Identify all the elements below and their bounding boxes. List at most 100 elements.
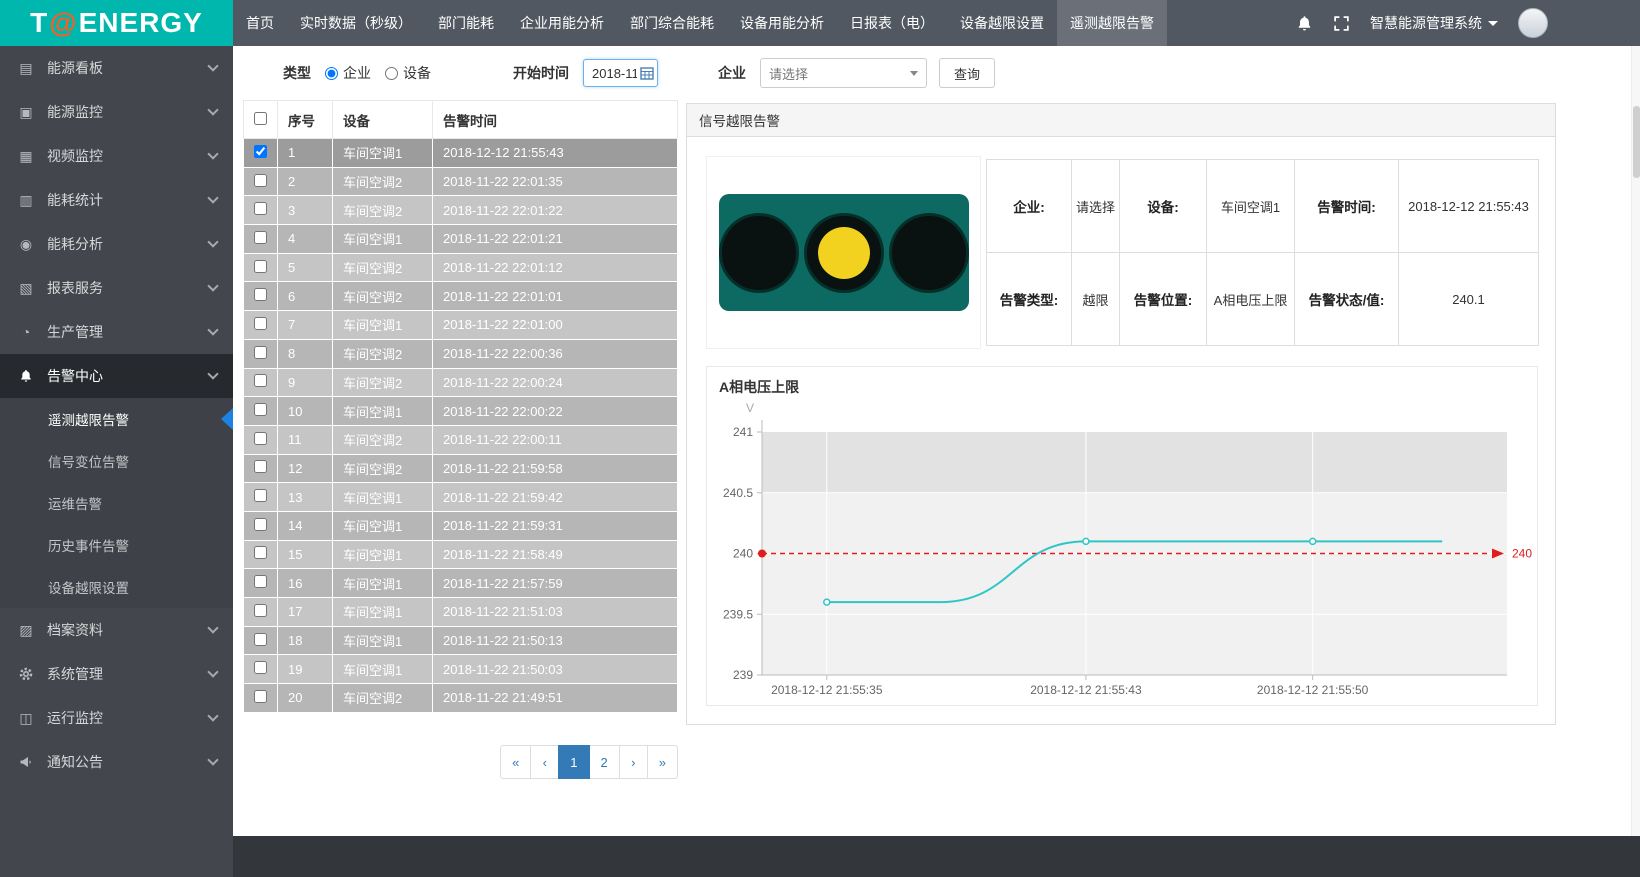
table-row[interactable]: 11车间空调22018-11-22 22:00:11 <box>244 425 678 454</box>
page-button[interactable]: › <box>619 745 648 779</box>
nav-item[interactable]: 设备越限设置 <box>947 0 1057 46</box>
row-checkbox[interactable] <box>254 432 267 445</box>
row-checkbox[interactable] <box>254 489 267 502</box>
row-checkbox[interactable] <box>254 661 267 674</box>
table-row[interactable]: 3车间空调22018-11-22 22:01:22 <box>244 196 678 225</box>
table-row[interactable]: 17车间空调12018-11-22 21:51:03 <box>244 598 678 627</box>
table-row[interactable]: 5车间空调22018-11-22 22:01:12 <box>244 253 678 282</box>
radio-device-label: 设备 <box>403 63 431 83</box>
radio-enterprise[interactable]: 企业 <box>325 63 371 83</box>
voltage-chart: A相电压上限 239239.5240240.52412018-12-12 21:… <box>706 366 1538 706</box>
vertical-scrollbar[interactable] <box>1631 46 1640 836</box>
table-cell: 2018-11-22 22:00:24 <box>433 368 678 397</box>
page-button[interactable]: 2 <box>589 745 620 779</box>
sidebar-item[interactable]: ▧报表服务 <box>0 266 233 310</box>
row-checkbox[interactable] <box>254 604 267 617</box>
nav-item[interactable]: 日报表（电） <box>837 0 947 46</box>
table-row[interactable]: 19车间空调12018-11-22 21:50:03 <box>244 655 678 684</box>
table-row[interactable]: 10车间空调12018-11-22 22:00:22 <box>244 397 678 426</box>
page-button[interactable]: 1 <box>558 745 589 779</box>
detail-value: 越限 <box>1072 253 1120 346</box>
row-checkbox[interactable] <box>254 690 267 703</box>
scrollbar-thumb[interactable] <box>1633 106 1640 178</box>
radio-device-input[interactable] <box>385 67 398 80</box>
detail-panel-title: 信号越限告警 <box>687 104 1555 137</box>
sidebar-subitem[interactable]: 信号变位告警 <box>0 440 233 482</box>
radio-enterprise-input[interactable] <box>325 67 338 80</box>
nav-item[interactable]: 遥测越限告警 <box>1057 0 1167 46</box>
table-row[interactable]: 20车间空调22018-11-22 21:49:51 <box>244 684 678 713</box>
row-checkbox[interactable] <box>254 575 267 588</box>
chevron-down-icon <box>207 324 218 335</box>
sidebar-item[interactable]: 告警中心 <box>0 354 233 398</box>
chevron-down-icon <box>207 192 218 203</box>
table-row[interactable]: 4车间空调12018-11-22 22:01:21 <box>244 225 678 254</box>
sidebar-subitem[interactable]: 遥测越限告警 <box>0 398 233 440</box>
sidebar-item[interactable]: ▨档案资料 <box>0 608 233 652</box>
nav-item[interactable]: 部门能耗 <box>425 0 507 46</box>
page-button[interactable]: « <box>500 745 531 779</box>
sidebar-item[interactable]: ▤能源看板 <box>0 46 233 90</box>
row-checkbox[interactable] <box>254 518 267 531</box>
sidebar-item[interactable]: 系统管理 <box>0 652 233 696</box>
table-row[interactable]: 16车间空调12018-11-22 21:57:59 <box>244 569 678 598</box>
row-checkbox[interactable] <box>254 633 267 646</box>
enterprise-select[interactable]: 请选择 <box>760 58 927 88</box>
nav-item[interactable]: 设备用能分析 <box>727 0 837 46</box>
chart-svg: 239239.5240240.52412018-12-12 21:55:3520… <box>707 367 1537 705</box>
sidebar-item-label: 告警中心 <box>47 366 103 386</box>
nav-item[interactable]: 实时数据（秒级） <box>287 0 425 46</box>
table-cell: 9 <box>278 368 333 397</box>
nav-item[interactable]: 首页 <box>233 0 287 46</box>
table-row[interactable]: 12车间空调22018-11-22 21:59:58 <box>244 454 678 483</box>
sidebar-subitem[interactable]: 设备越限设置 <box>0 566 233 608</box>
svg-text:2018-12-12 21:55:50: 2018-12-12 21:55:50 <box>1257 683 1369 697</box>
sidebar-item[interactable]: 通知公告 <box>0 740 233 784</box>
nav-item[interactable]: 部门综合能耗 <box>617 0 727 46</box>
row-checkbox[interactable] <box>254 546 267 559</box>
row-checkbox[interactable] <box>254 460 267 473</box>
nav-item[interactable]: 企业用能分析 <box>507 0 617 46</box>
table-row[interactable]: 14车间空调12018-11-22 21:59:31 <box>244 511 678 540</box>
table-row[interactable]: 6车间空调22018-11-22 22:01:01 <box>244 282 678 311</box>
system-title-menu[interactable]: 智慧能源管理系统 <box>1370 13 1498 33</box>
fullscreen-icon[interactable] <box>1333 15 1350 32</box>
row-checkbox[interactable] <box>254 403 267 416</box>
page-button[interactable]: » <box>647 745 678 779</box>
table-row[interactable]: 1车间空调12018-12-12 21:55:43 <box>244 139 678 168</box>
sidebar-item[interactable]: ▣能源监控 <box>0 90 233 134</box>
row-checkbox[interactable] <box>254 346 267 359</box>
row-checkbox[interactable] <box>254 231 267 244</box>
table-row[interactable]: 7车间空调12018-11-22 22:01:00 <box>244 311 678 340</box>
sidebar-subitem[interactable]: 历史事件告警 <box>0 524 233 566</box>
sidebar-item[interactable]: ◫运行监控 <box>0 696 233 740</box>
row-checkbox[interactable] <box>254 317 267 330</box>
row-checkbox[interactable] <box>254 145 267 158</box>
table-row[interactable]: 9车间空调22018-11-22 22:00:24 <box>244 368 678 397</box>
table-row[interactable]: 13车间空调12018-11-22 21:59:42 <box>244 483 678 512</box>
table-cell: 12 <box>278 454 333 483</box>
table-row[interactable]: 2车间空调22018-11-22 22:01:35 <box>244 167 678 196</box>
page-button[interactable]: ‹ <box>530 745 559 779</box>
table-row[interactable]: 8车间空调22018-11-22 22:00:36 <box>244 339 678 368</box>
avatar[interactable] <box>1518 8 1548 38</box>
bell-icon[interactable] <box>1296 15 1313 32</box>
sidebar-item[interactable]: ▥能耗统计 <box>0 178 233 222</box>
sidebar-item[interactable]: ◉能耗分析 <box>0 222 233 266</box>
radio-device[interactable]: 设备 <box>385 63 431 83</box>
row-checkbox[interactable] <box>254 202 267 215</box>
table-cell: 车间空调1 <box>333 483 433 512</box>
row-checkbox[interactable] <box>254 288 267 301</box>
query-button[interactable]: 查询 <box>939 58 995 88</box>
select-all-checkbox[interactable] <box>254 112 267 125</box>
table-row[interactable]: 18车间空调12018-11-22 21:50:13 <box>244 626 678 655</box>
sidebar-item[interactable]: ◔生产管理 <box>0 310 233 354</box>
table-row[interactable]: 15车间空调12018-11-22 21:58:49 <box>244 540 678 569</box>
top-nav: 首页实时数据（秒级）部门能耗企业用能分析部门综合能耗设备用能分析日报表（电）设备… <box>233 0 1167 46</box>
sidebar-subitem[interactable]: 运维告警 <box>0 482 233 524</box>
row-checkbox[interactable] <box>254 374 267 387</box>
sidebar-item[interactable]: ▦视频监控 <box>0 134 233 178</box>
calendar-icon[interactable] <box>640 66 654 80</box>
row-checkbox[interactable] <box>254 260 267 273</box>
row-checkbox[interactable] <box>254 174 267 187</box>
